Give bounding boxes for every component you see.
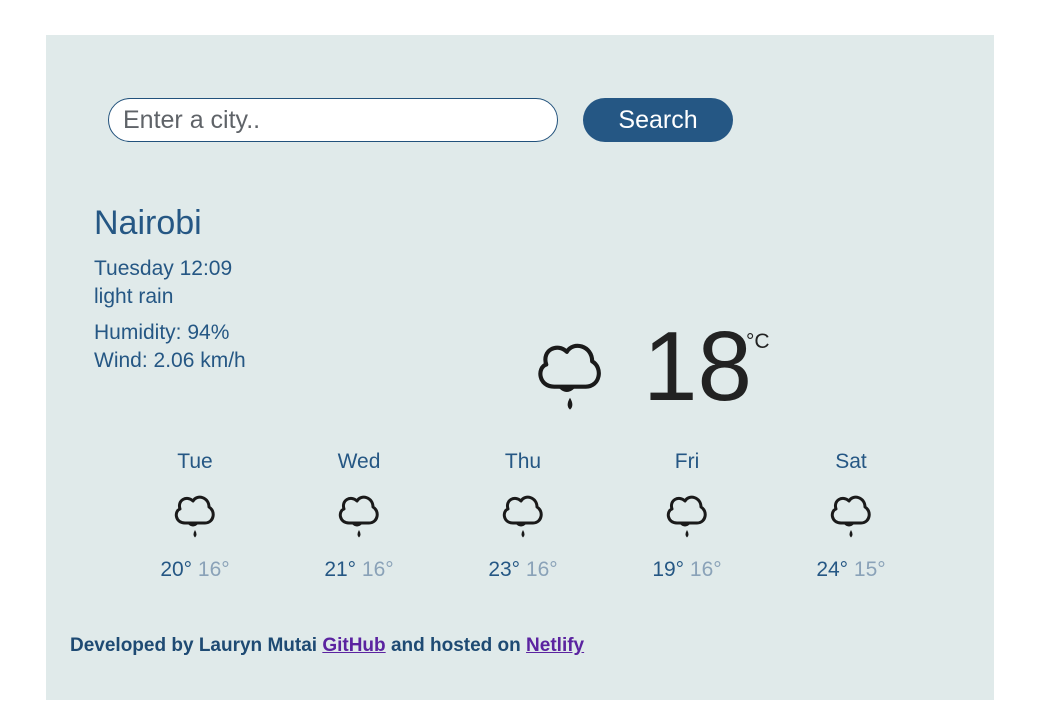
forecast-day-name: Wed	[337, 450, 381, 473]
current-temperature: 18	[643, 311, 753, 421]
forecast-max-temp: 24°	[816, 558, 849, 581]
forecast-min-temp: 16°	[361, 558, 394, 581]
forecast-temperatures: 19° 16°	[605, 555, 769, 585]
forecast-day: Sat 24° 15°	[769, 447, 933, 585]
city-search-input[interactable]	[108, 98, 558, 142]
forecast-temperatures: 23° 16°	[441, 555, 605, 585]
forecast-temperatures: 24° 15°	[769, 555, 933, 585]
humidity: Humidity: 94%	[94, 321, 230, 344]
cloud-rain-icon	[502, 495, 543, 538]
footer: Developed by Lauryn Mutai GitHub and hos…	[70, 635, 584, 657]
forecast-min-temp: 16°	[525, 558, 558, 581]
weather-details: Tuesday 12:09 light rain Humidity: 94% W…	[94, 255, 246, 375]
forecast-max-temp: 20°	[160, 558, 193, 581]
forecast-max-temp: 21°	[324, 558, 357, 581]
weather-app: Search Nairobi Tuesday 12:09 light rain …	[46, 35, 994, 700]
search-button[interactable]: Search	[583, 98, 733, 142]
footer-hosted-text: and hosted on	[390, 635, 521, 656]
cloud-rain-icon	[830, 495, 871, 538]
footer-credit: Developed by Lauryn Mutai	[70, 635, 318, 656]
forecast-day-name: Thu	[504, 450, 542, 473]
forecast-max-temp: 23°	[488, 558, 521, 581]
forecast-list: Tue 20° 16° Wed 21° 16° Thu 23° 16° Fri …	[113, 447, 933, 585]
weather-description: light rain	[94, 285, 174, 308]
date-time: Tuesday 12:09	[94, 257, 233, 280]
github-link[interactable]: GitHub	[322, 635, 385, 656]
cloud-rain-icon	[666, 495, 707, 538]
cloud-rain-icon	[338, 495, 379, 538]
cloud-rain-icon	[538, 343, 601, 410]
forecast-day-name: Fri	[674, 450, 700, 473]
forecast-temperatures: 21° 16°	[277, 555, 441, 585]
netlify-link[interactable]: Netlify	[526, 635, 584, 656]
forecast-day: Wed 21° 16°	[277, 447, 441, 585]
forecast-day-name: Tue	[177, 450, 213, 473]
temperature-unit[interactable]: °C	[746, 330, 770, 354]
forecast-temperatures: 20° 16°	[113, 555, 277, 585]
forecast-max-temp: 19°	[652, 558, 685, 581]
forecast-min-temp: 15°	[853, 558, 886, 581]
forecast-day: Tue 20° 16°	[113, 447, 277, 585]
wind-speed: Wind: 2.06 km/h	[94, 349, 246, 372]
forecast-day: Thu 23° 16°	[441, 447, 605, 585]
city-name: Nairobi	[94, 204, 202, 242]
cloud-rain-icon	[174, 495, 215, 538]
forecast-day: Fri 19° 16°	[605, 447, 769, 585]
forecast-min-temp: 16°	[197, 558, 230, 581]
forecast-min-temp: 16°	[689, 558, 722, 581]
forecast-day-name: Sat	[835, 450, 867, 473]
